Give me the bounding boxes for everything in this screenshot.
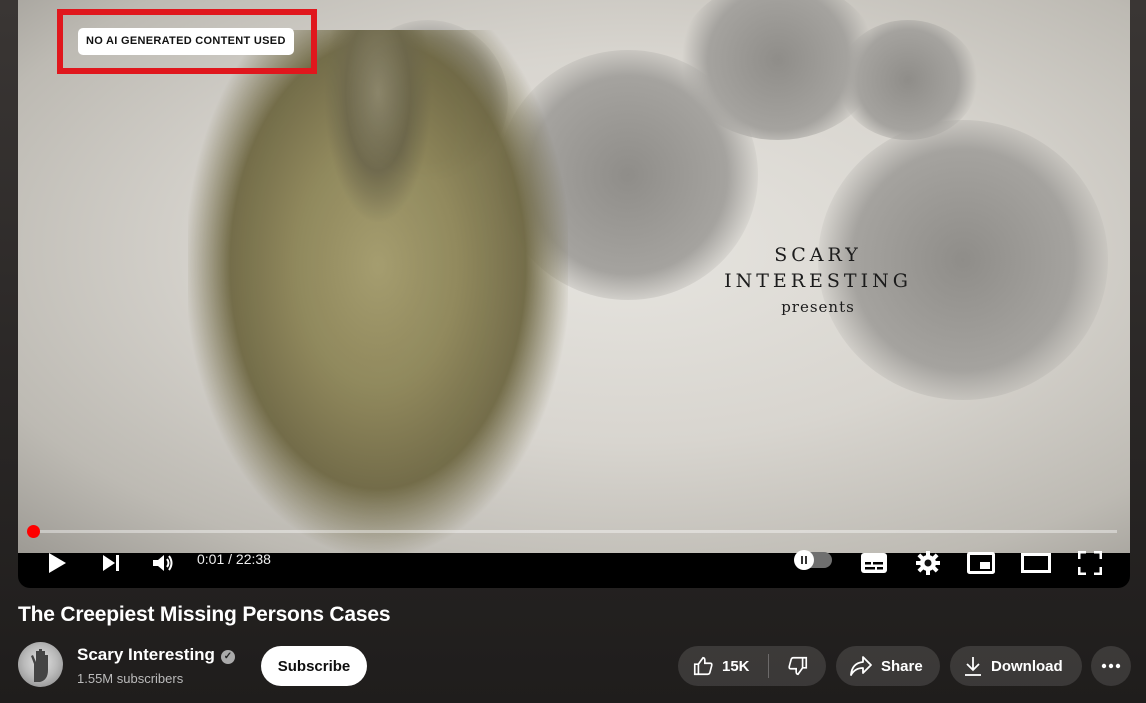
anatomy-figure [188, 30, 568, 553]
like-count: 15K [722, 657, 750, 675]
autoplay-toggle[interactable] [794, 550, 832, 570]
fullscreen-button[interactable] [1076, 549, 1104, 577]
video-title-card: SCARY INTERESTING presents [668, 244, 968, 316]
title-card-line: INTERESTING [724, 270, 912, 292]
progress-bar[interactable] [32, 530, 1117, 533]
player-controls: 0:01 / 22:38 [18, 540, 1130, 588]
subscribe-button[interactable]: Subscribe [261, 646, 367, 686]
dislike-button[interactable] [769, 646, 826, 686]
download-icon [965, 657, 981, 676]
channel-avatar[interactable] [18, 642, 63, 687]
miniplayer-icon [967, 552, 995, 574]
video-title: The Creepiest Missing Persons Cases [18, 603, 391, 626]
video-frame[interactable]: SCARY INTERESTING presents NO AI GENERAT… [18, 0, 1130, 553]
hand-icon [31, 649, 48, 682]
download-button[interactable]: Download [950, 646, 1082, 686]
share-label: Share [881, 657, 923, 675]
title-card-line: SCARY [774, 244, 862, 266]
video-player[interactable]: SCARY INTERESTING presents NO AI GENERAT… [18, 0, 1130, 588]
theater-mode-button[interactable] [1020, 549, 1052, 577]
no-ai-badge: NO AI GENERATED CONTENT USED [78, 28, 294, 55]
fullscreen-icon [1078, 551, 1102, 575]
verified-icon: ✓ [220, 650, 235, 664]
download-label: Download [991, 657, 1063, 675]
subtitles-button[interactable] [859, 549, 889, 577]
miniplayer-button[interactable] [966, 549, 996, 577]
mute-button[interactable] [150, 550, 176, 576]
thumbs-up-icon [693, 656, 713, 676]
more-actions-button[interactable] [1091, 646, 1131, 686]
settings-button[interactable] [914, 549, 942, 577]
subscriber-count: 1.55M subscribers [77, 671, 184, 686]
subtitles-icon [861, 553, 887, 573]
next-button[interactable] [98, 550, 124, 576]
channel-name[interactable]: Scary Interesting ✓ [77, 645, 235, 665]
like-dislike-group: 15K [678, 646, 826, 686]
share-button[interactable]: Share [836, 646, 940, 686]
volume-icon [153, 555, 173, 571]
settings-icon [916, 551, 940, 575]
theater-icon [1021, 553, 1051, 573]
title-card-line: presents [781, 298, 855, 316]
progress-scrubber[interactable] [27, 525, 40, 538]
thumbs-down-icon [787, 656, 807, 676]
like-button[interactable]: 15K [678, 646, 768, 686]
play-icon [49, 553, 66, 573]
share-icon [850, 656, 872, 676]
next-icon [103, 555, 119, 571]
time-display: 0:01 / 22:38 [197, 551, 271, 567]
autoplay-knob [794, 550, 814, 570]
more-horizontal-icon [1101, 663, 1121, 669]
play-button[interactable] [44, 550, 70, 576]
channel-name-text[interactable]: Scary Interesting [77, 645, 215, 664]
